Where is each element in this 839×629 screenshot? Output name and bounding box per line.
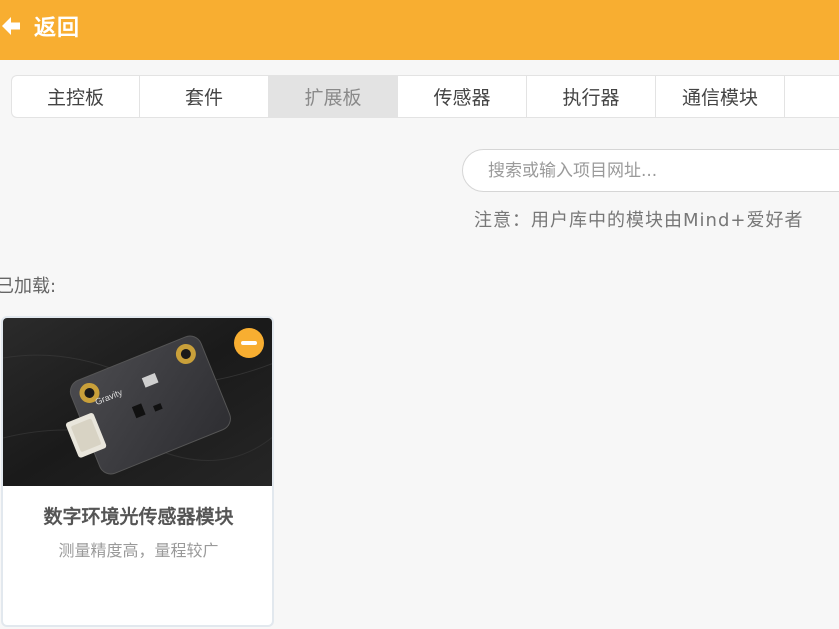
- module-title: 数字环境光传感器模块: [43, 506, 234, 528]
- module-description: 测量精度高，量程较广: [58, 541, 219, 560]
- module-card[interactable]: Gravity 数字环境光传感器模块 测量精度高，量程较广: [1, 316, 274, 627]
- tab-label: 传感器: [433, 87, 491, 109]
- tab-communication-modules[interactable]: 通信模块: [656, 76, 785, 117]
- tab-main-board[interactable]: 主控板: [12, 76, 140, 117]
- tab-actuators[interactable]: 执行器: [527, 76, 656, 117]
- notice-text: 注意：用户库中的模块由Mind+爱好者: [474, 210, 804, 231]
- top-bar: 返回: [0, 0, 839, 60]
- arrow-left-icon: [2, 17, 20, 35]
- tab-kits[interactable]: 套件: [140, 76, 269, 117]
- tab-label: 通信模块: [681, 87, 758, 109]
- back-label: 返回: [34, 16, 81, 41]
- minus-circle-icon[interactable]: [234, 328, 264, 358]
- loaded-heading: 已加载:: [0, 276, 57, 297]
- tab-label: 主控板: [46, 87, 104, 109]
- minus-bar: [241, 341, 257, 345]
- category-tabs: 主控板 套件 扩展板 传感器 执行器 通信模块 显: [11, 75, 839, 118]
- tab-sensors[interactable]: 传感器: [398, 76, 527, 117]
- tab-expansion-board[interactable]: 扩展板: [269, 76, 398, 117]
- back-button[interactable]: 返回: [0, 0, 80, 52]
- search-input[interactable]: [462, 149, 839, 192]
- tab-label: 套件: [184, 87, 223, 109]
- tab-label: 扩展板: [304, 87, 362, 109]
- tab-display[interactable]: 显: [785, 76, 839, 117]
- tab-label: 执行器: [562, 87, 620, 109]
